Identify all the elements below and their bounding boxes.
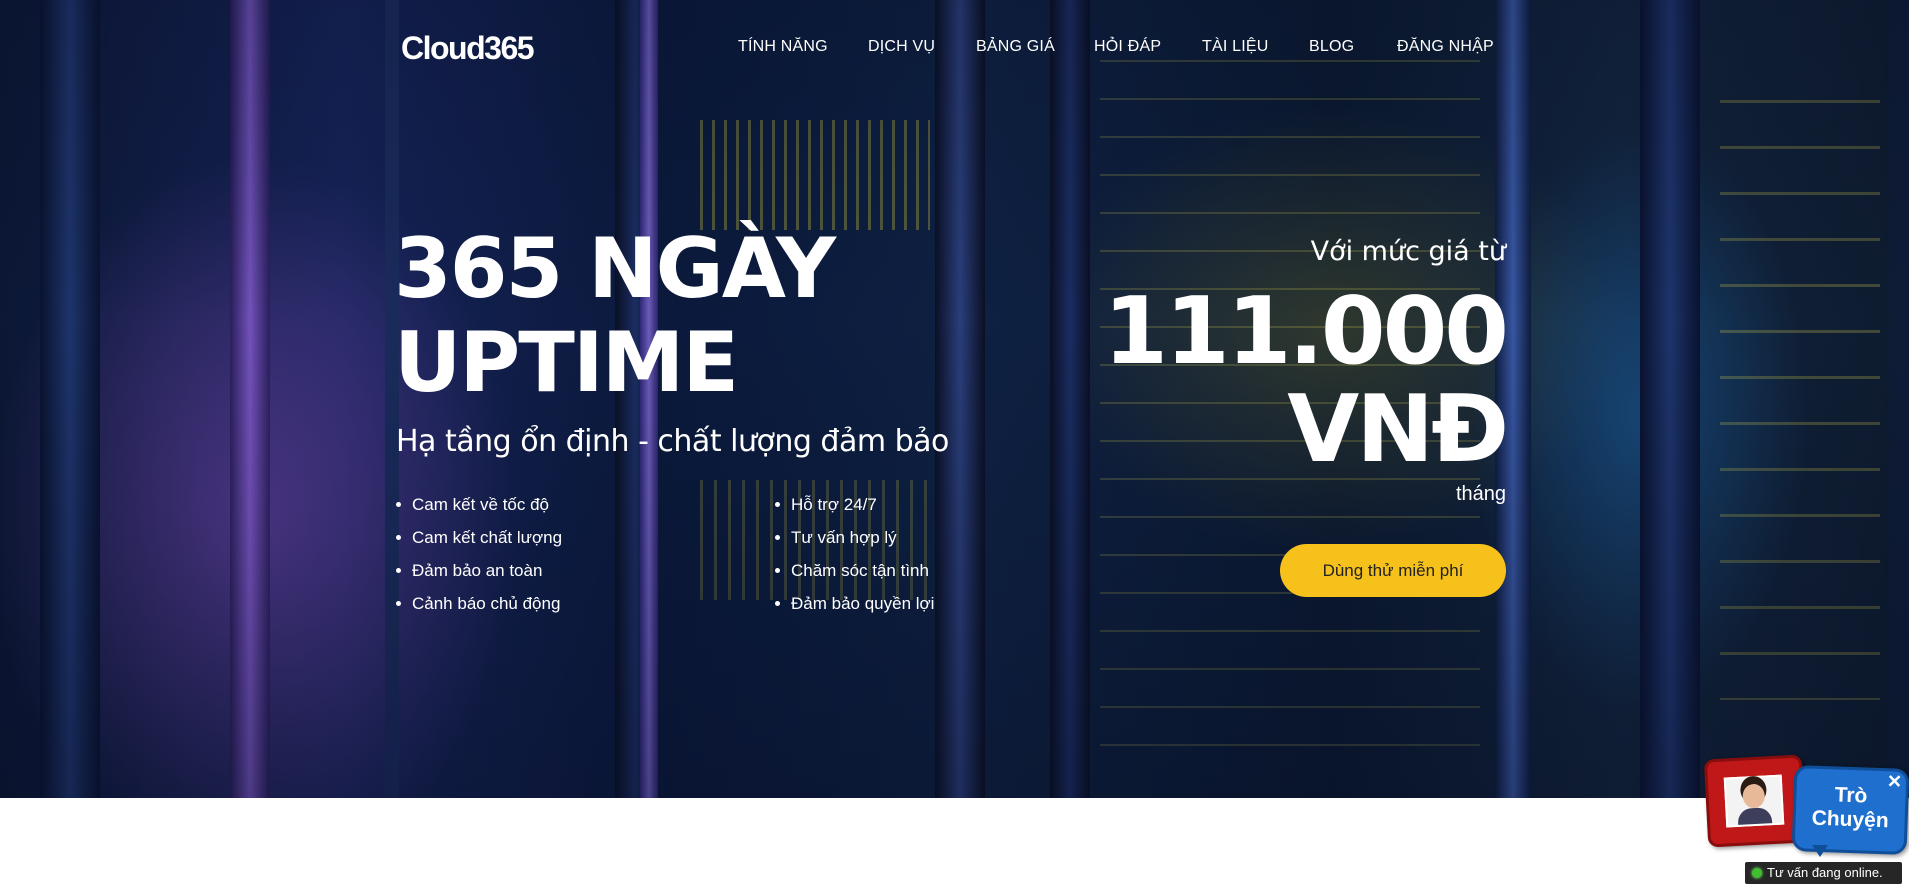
- chat-status-text: Tư vấn đang online.: [1767, 865, 1883, 880]
- price-currency: VNĐ: [1287, 375, 1509, 483]
- hero-subheadline: Hạ tầng ổn định - chất lượng đảm bảo: [396, 424, 949, 459]
- free-trial-button[interactable]: Dùng thử miễn phí: [1280, 544, 1506, 597]
- feature-item: Đảm bảo quyền lợi: [775, 587, 934, 620]
- feature-item: Cam kết về tốc độ: [396, 488, 562, 521]
- chat-status-bar[interactable]: Tư vấn đang online.: [1745, 862, 1902, 884]
- hero-headline: 365 NGÀY UPTIME: [394, 220, 836, 411]
- nav-item-blog[interactable]: BLOG: [1309, 38, 1354, 56]
- chat-agent-avatar[interactable]: [1703, 754, 1807, 848]
- hero-section: Cloud365 TÍNH NĂNG DỊCH VỤ BẢNG GIÁ HỎI …: [0, 0, 1909, 798]
- feature-item: Chăm sóc tận tình: [775, 554, 934, 587]
- price-value: 111.000 VNĐ: [1103, 282, 1509, 478]
- server-rack-background: [0, 0, 1909, 798]
- chat-bubble-tail: [1812, 845, 1828, 857]
- price-intro: Với mức giá từ: [1310, 236, 1506, 267]
- chat-open-button[interactable]: ✕ Trò Chuyện: [1791, 765, 1909, 855]
- nav-item-faq[interactable]: HỎI ĐÁP: [1094, 38, 1161, 56]
- features-list-right: Hỗ trợ 24/7 Tư vấn hợp lý Chăm sóc tận t…: [775, 488, 934, 620]
- feature-item: Đảm bảo an toàn: [396, 554, 562, 587]
- feature-item: Cam kết chất lượng: [396, 521, 562, 554]
- feature-item: Hỗ trợ 24/7: [775, 488, 934, 521]
- price-amount: 111.000: [1103, 277, 1509, 385]
- nav-item-docs[interactable]: TÀI LIỆU: [1202, 38, 1269, 56]
- feature-item: Tư vấn hợp lý: [775, 521, 934, 554]
- main-nav: TÍNH NĂNG DỊCH VỤ BẢNG GIÁ HỎI ĐÁP TÀI L…: [0, 38, 1909, 62]
- features-list-left: Cam kết về tốc độ Cam kết chất lượng Đảm…: [396, 488, 562, 620]
- nav-item-login[interactable]: ĐĂNG NHẬP: [1397, 38, 1494, 56]
- feature-item: Cảnh báo chủ động: [396, 587, 562, 620]
- chat-bubble-line-2: Chuyện: [1811, 806, 1890, 833]
- chat-bubble-label: Trò Chuyện: [1795, 782, 1906, 834]
- headline-line-1: 365 NGÀY: [394, 220, 836, 317]
- avatar: [1723, 774, 1785, 828]
- price-period: tháng: [1455, 483, 1506, 505]
- headline-line-2: UPTIME: [394, 314, 739, 411]
- nav-item-pricing[interactable]: BẢNG GIÁ: [976, 38, 1055, 56]
- online-status-icon: [1752, 868, 1762, 878]
- nav-item-features[interactable]: TÍNH NĂNG: [738, 38, 828, 56]
- nav-item-services[interactable]: DỊCH VỤ: [868, 38, 935, 56]
- chat-bubble-line-1: Trò: [1834, 783, 1868, 808]
